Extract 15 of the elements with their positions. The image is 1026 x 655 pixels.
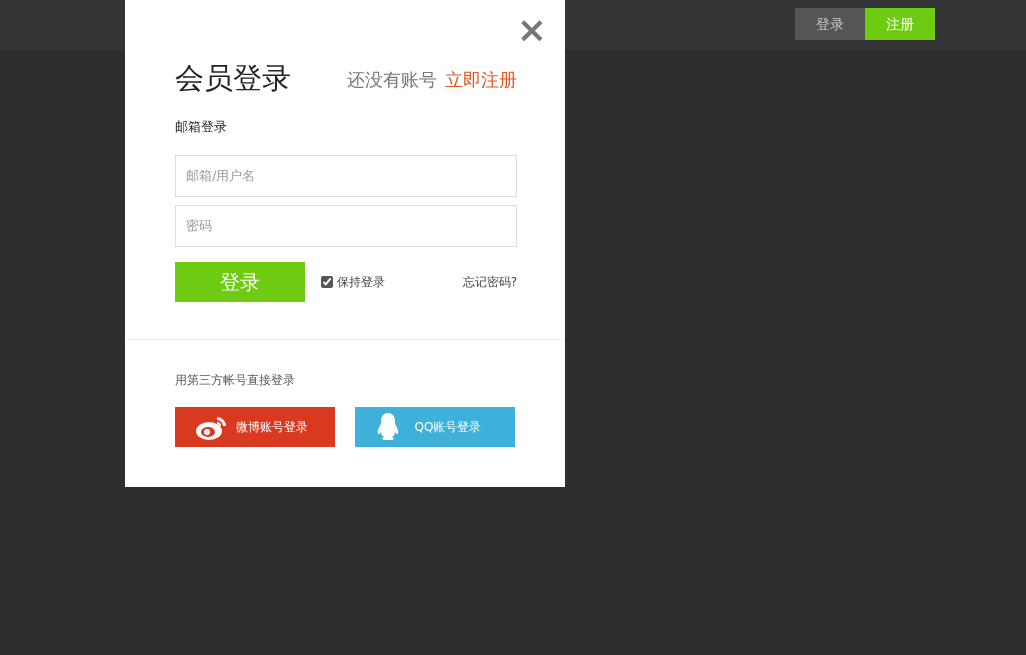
dialog-title: 会员登录 [175, 64, 291, 93]
section-label: 邮箱登录 [175, 118, 228, 136]
weibo-login-button[interactable]: 微博账号登录 [175, 407, 335, 447]
remember-label: 保持登录 [337, 273, 385, 291]
no-account-text: 还没有账号 [347, 68, 437, 92]
qq-login-button[interactable]: QQ账号登录 [355, 407, 515, 447]
register-link[interactable]: 立即注册 [445, 66, 517, 93]
close-button[interactable]: × [516, 12, 547, 48]
password-field[interactable]: 密码 [175, 204, 517, 247]
remember-checkbox[interactable] [321, 275, 333, 288]
forgot-password-link[interactable]: 忘记密码? [462, 272, 517, 291]
third-party-label: 用第三方帐号直接登录 [175, 372, 296, 389]
login-button[interactable]: 登录 [795, 8, 865, 40]
penguin-icon [375, 412, 401, 442]
username-field[interactable]: 邮箱/用户名 [175, 154, 517, 197]
